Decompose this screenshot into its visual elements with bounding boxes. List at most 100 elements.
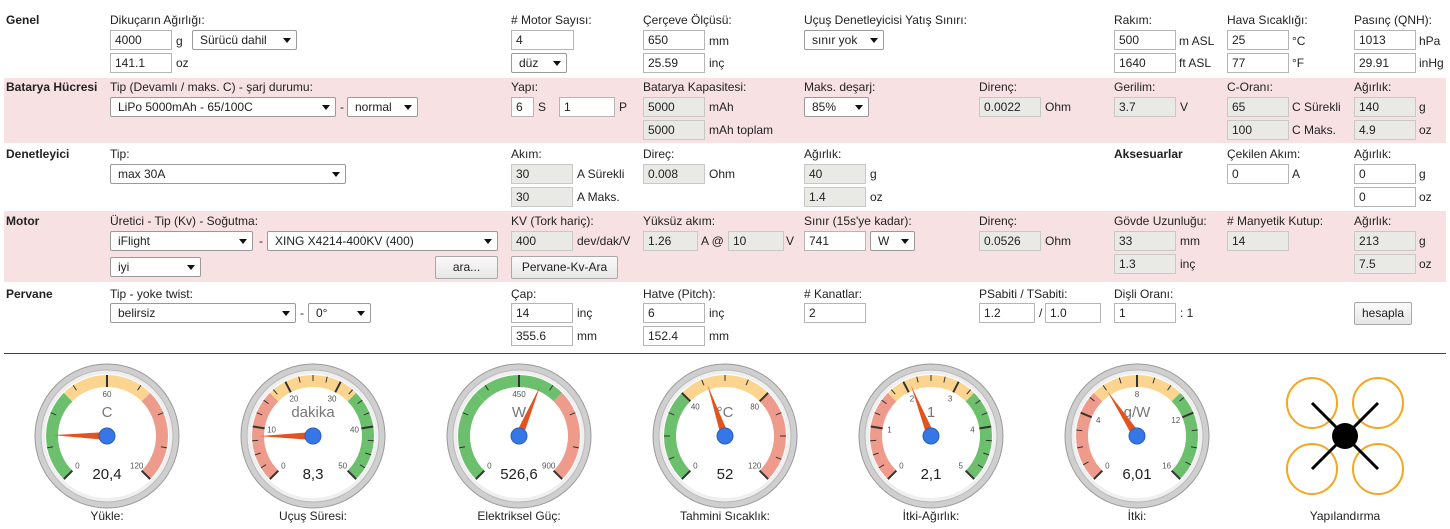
- gauge-tick-label: 80: [750, 402, 759, 411]
- gauge-tick-label: 40: [350, 425, 359, 434]
- gauge-tick-label: 2: [910, 395, 915, 404]
- no-load-v-input: 10: [728, 231, 784, 251]
- case-len-label: Gövde Uzunluğu:: [1114, 214, 1207, 228]
- cells-s-input[interactable]: 6: [511, 97, 534, 117]
- weight-g-input[interactable]: 4000: [110, 30, 172, 50]
- manufacturer-select[interactable]: iFlight: [110, 231, 253, 251]
- prop-type-select[interactable]: belirsiz: [110, 303, 296, 323]
- calculate-button[interactable]: hesapla: [1354, 302, 1412, 325]
- unit-oz: oz: [1419, 190, 1432, 204]
- temp-label: Hava Sıcaklığı:: [1227, 13, 1308, 27]
- blades-input[interactable]: 2: [804, 303, 866, 323]
- gauge-tick-label: 12: [1171, 416, 1180, 425]
- section-title-battery: Batarya Hücresi: [6, 80, 98, 94]
- gauge-dial: 0 60 120 C 20,4: [34, 363, 180, 509]
- frame-mm-input[interactable]: 650: [643, 30, 705, 50]
- section-title-controller: Denetleyici: [6, 147, 70, 161]
- battery-dash: -: [340, 100, 344, 114]
- capacity-input: 5000: [643, 97, 705, 117]
- gauge-caption: Uçuş Süresi:: [278, 509, 348, 523]
- pconst-input[interactable]: 1.2: [979, 303, 1035, 323]
- gauge-tick-label: 30: [328, 395, 337, 404]
- unit-ohm: Ohm: [709, 167, 736, 181]
- frame-in-input[interactable]: 25.59: [643, 53, 705, 73]
- acc-current-input[interactable]: 0: [1227, 164, 1289, 184]
- gear-input[interactable]: 1: [1114, 303, 1176, 323]
- tilt-label: Uçuş Denetleyicisi Yatış Sınırı:: [804, 13, 967, 27]
- unit-inhg: inHg: [1419, 56, 1444, 70]
- unit-mm: mm: [577, 329, 597, 343]
- p-unit: P: [619, 100, 628, 114]
- unit-mm: mm: [1180, 234, 1200, 248]
- pressure-hpa-input[interactable]: 1013: [1354, 30, 1416, 50]
- gauge-hub: [922, 427, 940, 445]
- tilt-select[interactable]: sınır yok: [804, 30, 884, 50]
- gauge-unit-label: 1: [927, 404, 935, 421]
- weight-mode-select[interactable]: Sürücü dahil: [192, 30, 297, 50]
- tconst-input[interactable]: 1.0: [1045, 303, 1101, 323]
- cells-p-input[interactable]: 1: [559, 97, 615, 117]
- elevation-m-input[interactable]: 500: [1114, 30, 1176, 50]
- frame-type-select[interactable]: düz: [511, 53, 567, 73]
- gauge-tick-label: 0: [75, 462, 80, 471]
- current-label: Akım:: [511, 147, 542, 161]
- controller-weight-g: 40: [804, 164, 866, 184]
- pitch-label: Hatve (Pitch):: [643, 287, 716, 301]
- gauge-dial: 0481216g/W6,01: [1064, 363, 1210, 509]
- current-max-input: 30: [511, 187, 573, 207]
- temp-c-input[interactable]: 25: [1227, 30, 1289, 50]
- limit-unit-select[interactable]: W: [870, 231, 915, 251]
- pitch-in-input[interactable]: 6: [643, 303, 705, 323]
- pressure-inhg-input[interactable]: 29.91: [1354, 53, 1416, 73]
- unit-oz: oz: [1419, 257, 1432, 271]
- unit-g: g: [870, 167, 877, 181]
- gauge: 0 40 80 120 °C 52: [650, 361, 800, 511]
- gauge-caption: Tahmini Sıcaklık:: [679, 509, 771, 523]
- capacity-total-unit: mAh toplam: [709, 123, 774, 137]
- current-cont-input: 30: [511, 164, 573, 184]
- diameter-mm-input[interactable]: 355.6: [511, 326, 573, 346]
- gauge-tick-label: 900: [542, 462, 556, 471]
- limit-label: Sınır (15s'ye kadar):: [804, 214, 912, 228]
- acc-weight-oz-input[interactable]: 0: [1354, 187, 1416, 207]
- unit-v: V: [786, 234, 795, 248]
- gauge: 0 1 2 3 4 5 1 2,1: [856, 361, 1006, 511]
- diameter-label: Çap:: [511, 287, 537, 301]
- motor-resistance-label: Direnç:: [979, 214, 1018, 228]
- unit-ft-asl: ft ASL: [1179, 56, 1212, 70]
- gauge: 0 10 20 30 40 50 dakika 8,3: [238, 361, 388, 511]
- kv-input: 400: [511, 231, 573, 251]
- gauge-tick-label: 450: [512, 390, 526, 399]
- battery-resistance-label: Direnç:: [979, 80, 1018, 94]
- pervane-kv-search-button[interactable]: Pervane-Kv-Ara: [511, 256, 618, 279]
- gauge-caption: İtki:: [1127, 509, 1147, 523]
- gauge-tick-label: 20: [289, 395, 298, 404]
- twist-select[interactable]: 0°: [308, 303, 371, 323]
- pitch-mm-input[interactable]: 152.4: [643, 326, 705, 346]
- acc-weight-g-input[interactable]: 0: [1354, 164, 1416, 184]
- motor-count-input[interactable]: 4: [511, 30, 574, 50]
- limit-input[interactable]: 741: [804, 231, 866, 251]
- voltage-label: Gerilim:: [1114, 80, 1156, 94]
- controller-type-select[interactable]: max 30A: [110, 164, 346, 184]
- battery-type-select[interactable]: LiPo 5000mAh - 65/100C: [110, 97, 336, 117]
- diameter-in-input[interactable]: 14: [511, 303, 573, 323]
- gauge-hub: [98, 427, 116, 445]
- cooling-select[interactable]: iyi: [110, 257, 201, 277]
- gauge-hub: [510, 427, 528, 445]
- charge-state-select[interactable]: normal: [347, 97, 418, 117]
- unit-m-asl: m ASL: [1179, 34, 1215, 48]
- motor-search-button[interactable]: ara...: [435, 256, 498, 279]
- gauge-hub: [716, 427, 734, 445]
- motor-model-select[interactable]: XING X4214-400KV (400): [267, 231, 498, 251]
- gauge-dial: 0 1 2 3 4 5 1 2,1: [858, 363, 1004, 509]
- elevation-ft-input[interactable]: 1640: [1114, 53, 1176, 73]
- discharge-select[interactable]: 85%: [804, 97, 869, 117]
- unit-g: g: [1419, 234, 1426, 248]
- temp-f-input[interactable]: 77: [1227, 53, 1289, 73]
- weight-oz-input[interactable]: 141.1: [110, 53, 172, 73]
- gauge-tick-label: 0: [693, 462, 698, 471]
- motor-type-label: Üretici - Tip (Kv) - Soğutma:: [110, 214, 259, 228]
- c-cont-input: 65: [1227, 97, 1289, 117]
- capacity-total-input: 5000: [643, 120, 705, 140]
